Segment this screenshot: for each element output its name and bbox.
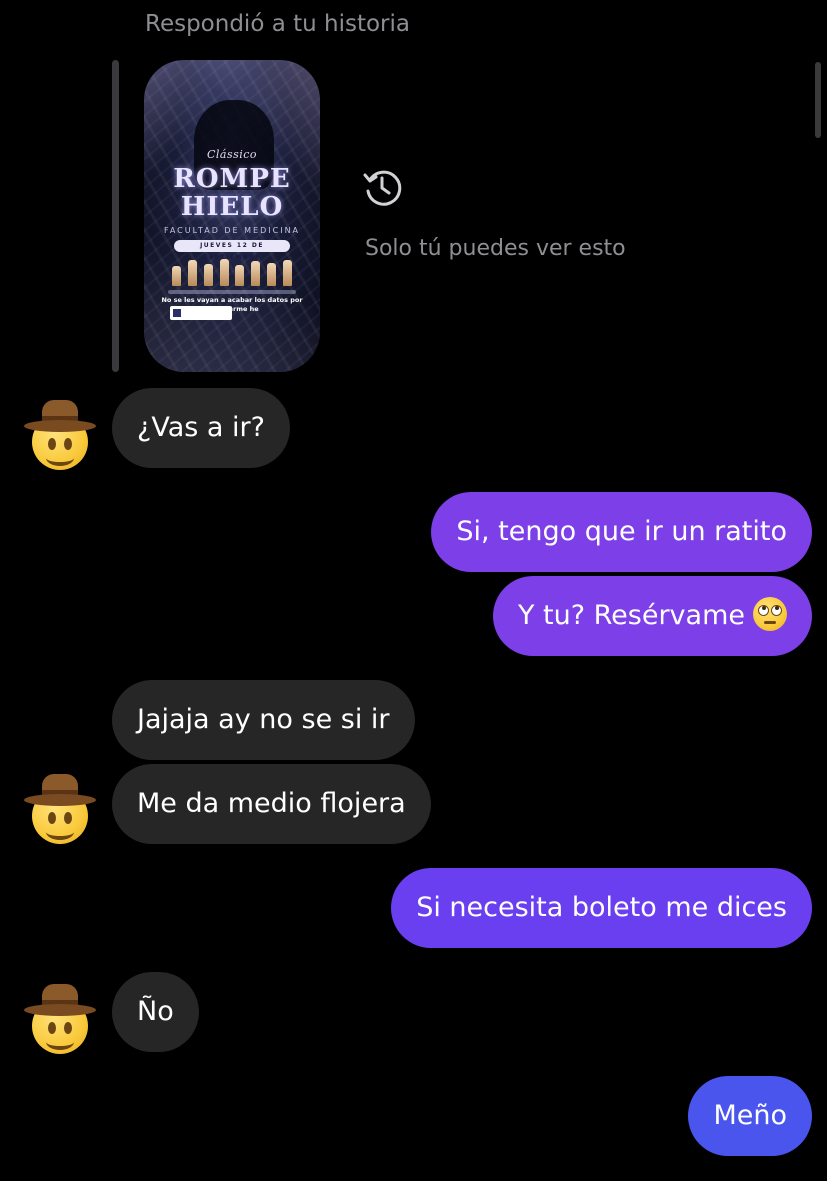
- bottle-graphic: [267, 263, 277, 286]
- bottle-graphic: [251, 261, 261, 286]
- rolling-eyes-emoji-icon: [753, 596, 787, 631]
- story-info-bar: [168, 290, 296, 294]
- story-brand-logo: Clássico: [206, 148, 258, 161]
- bottle-graphic: [203, 264, 213, 286]
- outgoing-message[interactable]: Meño: [688, 1076, 812, 1156]
- story-faculty: FACULTAD DE MEDICINA: [163, 226, 301, 235]
- cowboy-emoji-avatar[interactable]: [24, 982, 96, 1054]
- story-date: JUEVES 12 DE SEPTIEMBRE: [174, 240, 290, 261]
- bottle-graphic: [235, 265, 245, 286]
- outgoing-message[interactable]: Si, tengo que ir un ratito: [431, 492, 812, 572]
- story-title-line1: ROMPE: [173, 164, 291, 194]
- story-bottles: [172, 258, 292, 286]
- story-reply-header: Respondió a tu historia: [145, 11, 410, 37]
- visibility-note: Solo tú puedes ver esto: [365, 236, 626, 261]
- cowboy-emoji-avatar[interactable]: [24, 398, 96, 470]
- bottle-graphic: [219, 259, 229, 286]
- story-thumbnail[interactable]: Clássico ROMPE HIELO FACULTAD DE MEDICIN…: [144, 60, 320, 372]
- incoming-message[interactable]: Ño: [112, 972, 199, 1052]
- incoming-message[interactable]: ¿Vas a ir?: [112, 388, 290, 468]
- reply-quote-bar: [112, 60, 119, 372]
- outgoing-message[interactable]: Si necesita boleto me dices: [391, 868, 812, 948]
- bottle-graphic: [187, 260, 197, 286]
- cowboy-emoji-avatar[interactable]: [24, 772, 96, 844]
- story-title-line2: HIELO: [180, 192, 284, 222]
- outgoing-message[interactable]: Y tu? Resérvame: [492, 576, 812, 656]
- incoming-message[interactable]: Me da medio flojera: [112, 764, 431, 844]
- incoming-message[interactable]: Jajaja ay no se si ir: [112, 680, 415, 760]
- message-text: Y tu? Resérvame: [517, 600, 745, 631]
- history-clock-icon: [363, 170, 402, 206]
- bottle-graphic: [282, 260, 292, 286]
- chat-screen: Respondió a tu historia Clássico ROMPE H…: [0, 0, 827, 1181]
- bottle-graphic: [172, 266, 181, 286]
- scrollbar[interactable]: [815, 62, 821, 138]
- story-mention-sticker: [170, 306, 232, 320]
